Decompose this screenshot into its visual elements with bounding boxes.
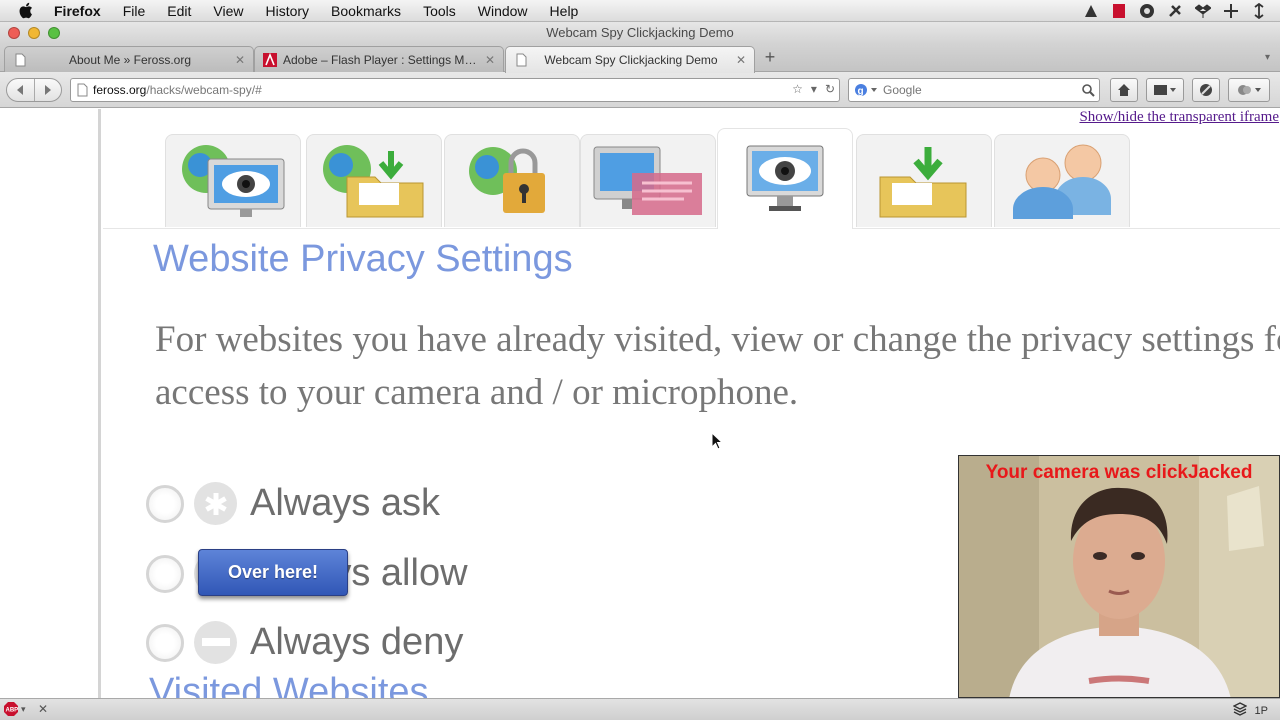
deny-icon (194, 621, 237, 664)
page-icon (13, 52, 27, 68)
bookmark-star-icon[interactable]: ☆ (792, 82, 803, 96)
tab-peer-assisted-networking[interactable] (994, 134, 1130, 227)
url-bar[interactable]: feross.org/hacks/webcam-spy/# ☆ ▾ ↻ (70, 78, 840, 102)
asterisk-icon (194, 482, 237, 525)
window-title: Webcam Spy Clickjacking Demo (546, 25, 734, 40)
menu-help[interactable]: Help (550, 3, 579, 19)
forward-button[interactable] (35, 79, 62, 101)
folder-download-icon (879, 147, 967, 218)
tab-close-icon[interactable]: ✕ (483, 53, 497, 67)
status-bar: ABP ▾ ✕ 1P (0, 698, 1280, 720)
tab-about-me[interactable]: About Me » Feross.org ✕ (4, 46, 254, 72)
tab-list-icon[interactable]: ▾ (1265, 52, 1270, 63)
page-icon (71, 83, 93, 97)
navigation-toolbar: feross.org/hacks/webcam-spy/# ☆ ▾ ↻ g (0, 72, 1280, 108)
over-here-button[interactable]: Over here! (198, 549, 348, 596)
adobe-icon (263, 52, 277, 68)
adblock-button[interactable]: ABP ▾ (4, 702, 26, 716)
onepassword-indicator[interactable]: 1P (1255, 705, 1268, 717)
dropbox-status-icon[interactable] (1194, 2, 1212, 20)
tab-webcam-spy[interactable]: Webcam Spy Clickjacking Demo ✕ (505, 46, 755, 73)
new-tab-button[interactable]: + (760, 47, 780, 67)
tab-website-privacy-settings[interactable] (717, 128, 853, 229)
tab-strip: About Me » Feross.org ✕ Adobe – Flash Pl… (0, 44, 1280, 73)
show-hide-iframe-link[interactable]: Show/hide the transparent iframe (1079, 109, 1279, 126)
firebug-icon[interactable] (1192, 78, 1220, 102)
tab-global-privacy-settings[interactable] (165, 134, 301, 227)
layers-icon[interactable] (1231, 702, 1248, 719)
adblock-icon: ABP (4, 702, 18, 716)
mac-menubar: Firefox File Edit View History Bookmarks… (0, 0, 1280, 22)
adblock-dropdown-icon[interactable]: ▾ (21, 704, 26, 715)
menu-edit[interactable]: Edit (167, 3, 191, 19)
scroll-status-icon[interactable] (1250, 2, 1268, 20)
url-history-dropdown-icon[interactable]: ▾ (811, 82, 817, 96)
search-icon[interactable] (1077, 83, 1099, 97)
apple-menu-icon[interactable] (18, 2, 36, 20)
menu-status-icons (1082, 2, 1268, 20)
adobe-status-icon[interactable] (1082, 2, 1100, 20)
back-forward-buttons (6, 78, 62, 102)
move-status-icon[interactable] (1222, 2, 1240, 20)
url-path: /hacks/webcam-spy/# (146, 83, 262, 97)
tab-website-storage-settings[interactable] (856, 134, 992, 227)
menu-view[interactable]: View (213, 3, 243, 19)
record-status-icon[interactable] (1110, 2, 1128, 20)
tab-global-storage-settings[interactable] (306, 134, 442, 227)
tab-close-icon[interactable]: ✕ (233, 53, 247, 67)
home-button[interactable] (1110, 78, 1138, 102)
webcam-person-image (959, 456, 1279, 697)
statusbar-close-icon[interactable]: ✕ (38, 702, 48, 716)
tab-label: Webcam Spy Clickjacking Demo (544, 53, 718, 67)
option-always-deny[interactable]: Always deny (146, 621, 463, 664)
tab-close-icon[interactable]: ✕ (734, 53, 748, 67)
menu-firefox[interactable]: Firefox (54, 3, 101, 19)
radio-always-ask[interactable] (146, 484, 184, 523)
menu-file[interactable]: File (123, 3, 146, 19)
menu-window[interactable]: Window (478, 3, 528, 19)
visited-websites-heading: Visited Websites (149, 671, 429, 698)
option-label: Always deny (250, 621, 464, 663)
left-border (98, 109, 101, 698)
radio-always-deny[interactable] (146, 623, 184, 662)
clickjacked-message: Your camera was clickJacked (985, 462, 1253, 483)
monitor-eye-icon (746, 145, 824, 211)
webcam-preview: Your camera was clickJacked (958, 455, 1280, 698)
tab-label: About Me » Feross.org (68, 52, 192, 67)
tool-status-icon[interactable] (1166, 2, 1184, 20)
globe-folder-icon (323, 145, 424, 218)
back-button[interactable] (7, 79, 35, 101)
url-host: feross.org (93, 83, 147, 97)
svg-text:g: g (858, 86, 864, 97)
globe-lock-icon (469, 147, 545, 213)
page-icon (514, 52, 528, 68)
search-input[interactable] (883, 83, 1077, 97)
flash-settings-panel (103, 109, 1280, 229)
extension-menu-button[interactable] (1228, 78, 1270, 102)
privacy-description: For websites you have already visited, v… (155, 319, 1280, 413)
search-bar: g (848, 78, 1100, 102)
menu-history[interactable]: History (265, 3, 309, 19)
radio-always-allow[interactable] (146, 554, 184, 593)
bookmarks-menu-button[interactable] (1146, 78, 1184, 102)
globe-eye-icon (182, 145, 285, 217)
monitor-ticket-icon (593, 146, 702, 215)
menu-tools[interactable]: Tools (423, 3, 456, 19)
window-titlebar: Webcam Spy Clickjacking Demo (0, 22, 1280, 44)
menu-bookmarks[interactable]: Bookmarks (331, 3, 401, 19)
tab-global-notification-settings[interactable] (580, 134, 716, 227)
tab-global-security-settings[interactable] (444, 134, 580, 227)
users-icon (1013, 144, 1111, 219)
reload-icon[interactable]: ↻ (825, 82, 835, 96)
page-content: Show/hide the transparent iframe Website… (0, 109, 1280, 698)
option-always-ask[interactable]: Always ask (146, 482, 440, 525)
tab-adobe-settings[interactable]: Adobe – Flash Player : Settings Manager … (254, 46, 504, 72)
google-engine-icon[interactable]: g (849, 83, 883, 97)
webcam-status-icon[interactable] (1138, 2, 1156, 20)
svg-text:ABP: ABP (6, 708, 19, 714)
tab-label: Adobe – Flash Player : Settings Manager (283, 52, 477, 67)
mouse-cursor-icon (711, 432, 723, 450)
privacy-settings-heading: Website Privacy Settings (153, 238, 573, 280)
option-label: Always ask (250, 482, 441, 524)
